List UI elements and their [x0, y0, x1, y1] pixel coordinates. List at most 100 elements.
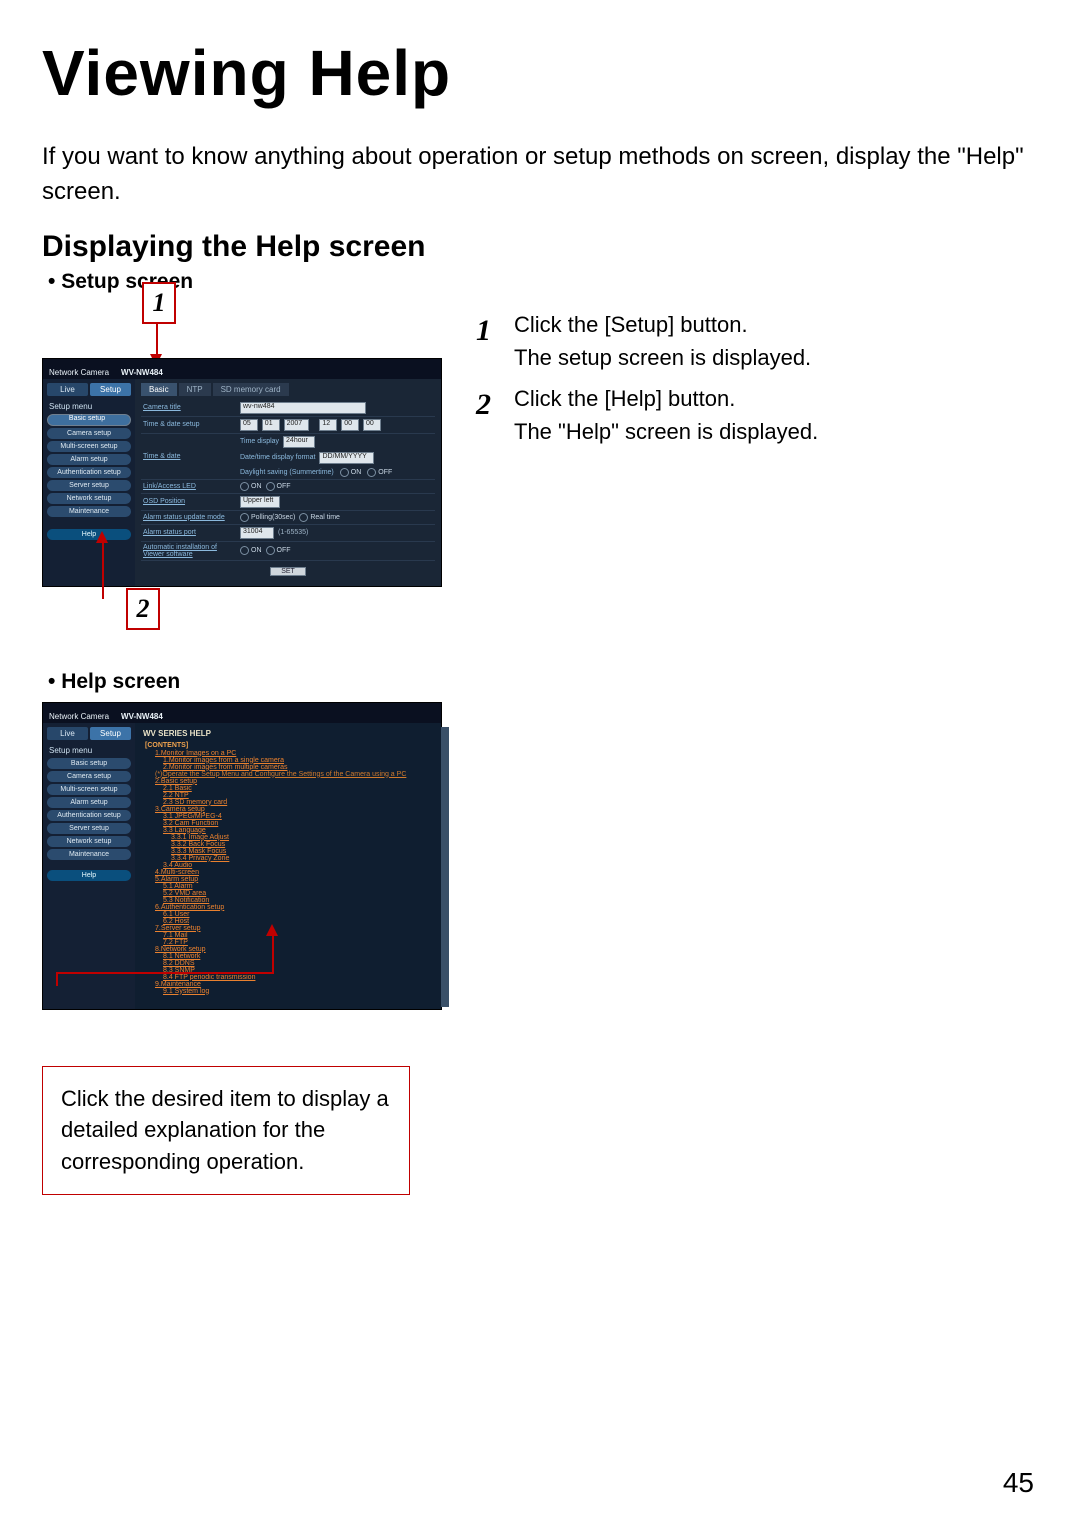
help-link[interactable]: 1.Monitor images from a single camera: [163, 757, 433, 764]
menu-help[interactable]: Help: [47, 529, 131, 540]
note-leader: [272, 934, 274, 974]
menu2-server[interactable]: Server setup: [47, 823, 131, 834]
help-link[interactable]: 3.Camera setup: [155, 806, 433, 813]
menu2-auth[interactable]: Authentication setup: [47, 810, 131, 821]
help-link[interactable]: 5.2 VMD area: [163, 890, 433, 897]
help-link[interactable]: 5.3 Notification: [163, 897, 433, 904]
help-link[interactable]: 3.1 JPEG/MPEG-4: [163, 813, 433, 820]
help-title: WV SERIES HELP: [143, 729, 433, 738]
sidebar-title-2: Setup menu: [49, 746, 131, 755]
menu-maintenance[interactable]: Maintenance: [47, 506, 131, 517]
menu2-basic[interactable]: Basic setup: [47, 758, 131, 769]
radio-polling[interactable]: Polling(30sec): [240, 513, 295, 522]
menu-auth-setup[interactable]: Authentication setup: [47, 467, 131, 478]
main-tab-ntp[interactable]: NTP: [179, 383, 211, 396]
help-link[interactable]: 2.Monitor images from multiple cameras: [163, 764, 433, 771]
tab-setup-2[interactable]: Setup: [90, 727, 131, 740]
help-link[interactable]: 1.Monitor Images on a PC: [155, 750, 433, 757]
ctl-time-date-setup[interactable]: 05012007 120000: [240, 417, 435, 433]
help-link[interactable]: 7.1 Mail: [163, 932, 433, 939]
main-tab-basic[interactable]: Basic: [141, 383, 177, 396]
help-link[interactable]: 8.1 Network: [163, 953, 433, 960]
setup-screen-figure: 1 Network Camera WV-NW484 Live Setup: [42, 308, 452, 638]
menu-server-setup[interactable]: Server setup: [47, 480, 131, 491]
menu2-multi[interactable]: Multi-screen setup: [47, 784, 131, 795]
input-camera-title[interactable]: wv-nw484: [240, 402, 366, 414]
steps-list: 1 Click the [Setup] button. The setup sc…: [476, 308, 1038, 448]
lab-alarm-update-mode: Alarm status update mode: [141, 512, 240, 523]
help-link[interactable]: 2.1 Basic: [163, 785, 433, 792]
help-link[interactable]: 2.Basic setup: [155, 778, 433, 785]
radio-led-off[interactable]: OFF: [266, 482, 291, 491]
lab-auto-install: Automatic installation of Viewer softwar…: [141, 542, 240, 560]
help-link[interactable]: 3.2 Cam Function: [163, 820, 433, 827]
lab-alarm-port: Alarm status port: [141, 527, 240, 538]
help-link[interactable]: 3.3.1 Image Adjust: [171, 834, 433, 841]
sublab-dst: Daylight saving (Summertime): [240, 469, 334, 476]
app-model: WV-NW484: [115, 365, 169, 379]
menu-network-setup[interactable]: Network setup: [47, 493, 131, 504]
sublab-time-display: Time display: [240, 438, 279, 445]
help-link[interactable]: 8.Network setup: [155, 946, 433, 953]
menu2-network[interactable]: Network setup: [47, 836, 131, 847]
menu2-maint[interactable]: Maintenance: [47, 849, 131, 860]
select-osd-position[interactable]: Upper left: [240, 496, 280, 508]
scrollbar[interactable]: [441, 727, 449, 1007]
radio-autoinstall-on[interactable]: ON: [240, 546, 262, 555]
menu-basic-setup[interactable]: Basic setup: [47, 414, 131, 426]
main-tab-sd[interactable]: SD memory card: [213, 383, 289, 396]
radio-autoinstall-off[interactable]: OFF: [266, 546, 291, 555]
tab-setup[interactable]: Setup: [90, 383, 131, 396]
help-link[interactable]: 4.Multi-screen: [155, 869, 433, 876]
setup-figure-row: 1 Network Camera WV-NW484 Live Setup: [42, 302, 1038, 652]
menu2-camera[interactable]: Camera setup: [47, 771, 131, 782]
help-link[interactable]: 6.2 Host: [163, 918, 433, 925]
set-button[interactable]: SET: [270, 567, 306, 576]
radio-led-on[interactable]: ON: [240, 482, 262, 491]
help-link[interactable]: 3.4 Audio: [163, 862, 433, 869]
menu-multiscreen-setup[interactable]: Multi-screen setup: [47, 441, 131, 452]
help-link[interactable]: 3.3.4 Privacy Zone: [171, 855, 433, 862]
tab-live[interactable]: Live: [47, 383, 88, 396]
help-link[interactable]: 6.Authentication setup: [155, 904, 433, 911]
help-note: (*)Operate the Setup Menu and Configure …: [155, 771, 433, 778]
radio-dst-on[interactable]: ON: [340, 468, 362, 477]
lab-link-led: Link/Access LED: [141, 481, 240, 492]
select-time-display[interactable]: 24hour: [283, 436, 315, 448]
help-link[interactable]: 6.1 User: [163, 911, 433, 918]
help-link[interactable]: 8.4 FTP periodic transmission: [163, 974, 433, 981]
help-contents-panel: WV SERIES HELP [CONTENTS] 1.Monitor Imag…: [135, 723, 441, 1009]
page-number: 45: [1003, 1467, 1034, 1499]
app-brand: Network Camera: [43, 365, 115, 379]
help-link[interactable]: 2.2 NTP: [163, 792, 433, 799]
step-2-line2: The "Help" screen is displayed.: [514, 415, 1038, 448]
menu-alarm-setup[interactable]: Alarm setup: [47, 454, 131, 465]
help-link[interactable]: 7.Server setup: [155, 925, 433, 932]
help-link[interactable]: 9.1 System log: [163, 988, 433, 995]
radio-dst-off[interactable]: OFF: [367, 468, 392, 477]
help-app-screenshot: Network Camera WV-NW484 Live Setup Setup…: [42, 702, 442, 1010]
input-alarm-port[interactable]: 31004: [240, 527, 274, 539]
help-link[interactable]: 7.2 FTP: [163, 939, 433, 946]
help-link[interactable]: 3.3 Language: [163, 827, 433, 834]
menu-camera-setup[interactable]: Camera setup: [47, 428, 131, 439]
help-link[interactable]: 5.1 Alarm: [163, 883, 433, 890]
help-link[interactable]: 3.3.3 Mask Focus: [171, 848, 433, 855]
help-link[interactable]: 2.3 SD memory card: [163, 799, 433, 806]
alarm-port-range: (1-65535): [278, 529, 308, 536]
menu2-help[interactable]: Help: [47, 870, 131, 881]
menu2-alarm[interactable]: Alarm setup: [47, 797, 131, 808]
help-screen-figure: Network Camera WV-NW484 Live Setup Setup…: [42, 702, 452, 1196]
tab-live-2[interactable]: Live: [47, 727, 88, 740]
app-sidebar-2: Live Setup Setup menu Basic setup Camera…: [43, 723, 135, 1009]
help-link[interactable]: 5.Alarm setup: [155, 876, 433, 883]
select-date-format[interactable]: DD/MM/YYYY: [319, 452, 373, 464]
step-1-number: 1: [476, 308, 504, 374]
help-link[interactable]: 9.Maintenance: [155, 981, 433, 988]
radio-realtime[interactable]: Real time: [299, 513, 340, 522]
app-main-panel: Basic NTP SD memory card Camera title wv…: [135, 379, 441, 586]
callout-box-1: 1: [142, 282, 176, 324]
help-link[interactable]: 8.2 DDNS: [163, 960, 433, 967]
document-page: Viewing Help If you want to know anythin…: [0, 0, 1080, 1529]
help-link[interactable]: 3.3.2 Back Focus: [171, 841, 433, 848]
